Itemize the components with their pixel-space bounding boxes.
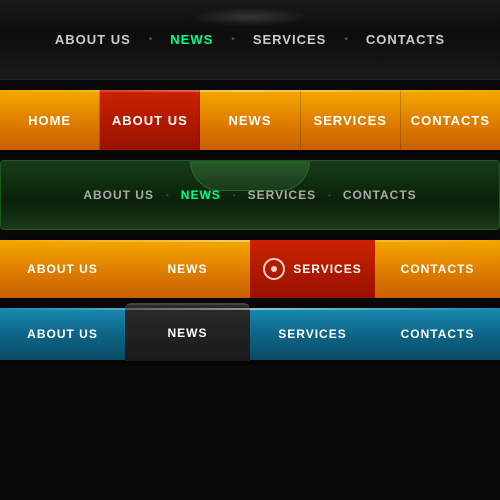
nav5-services[interactable]: SERVICES bbox=[250, 327, 375, 341]
nav2-news[interactable]: NEWS bbox=[200, 90, 300, 150]
nav2-home[interactable]: HOME bbox=[0, 90, 100, 150]
navbar-4: ABOUT US NEWS SERVICES CONTACTS bbox=[0, 240, 500, 298]
nav3-contacts[interactable]: CONTACTS bbox=[343, 188, 417, 202]
nav3-dot-1: • bbox=[166, 191, 169, 200]
nav1-dot-1: • bbox=[149, 34, 153, 45]
nav3-items: ABOUT US • NEWS • SERVICES • CONTACTS bbox=[83, 188, 416, 202]
nav4-about[interactable]: ABOUT US bbox=[0, 262, 125, 276]
nav3-arch bbox=[190, 161, 310, 191]
nav1-items: ABOUT US • NEWS • SERVICES • CONTACTS bbox=[47, 32, 453, 47]
nav3-dot-2: • bbox=[233, 191, 236, 200]
nav4-items: ABOUT US NEWS SERVICES CONTACTS bbox=[0, 240, 500, 298]
nav2-contacts[interactable]: CONTACTS bbox=[401, 90, 500, 150]
nav1-news[interactable]: NEWS bbox=[162, 32, 221, 47]
nav5-news[interactable]: NEWS bbox=[125, 303, 250, 360]
nav2-about[interactable]: ABOUT US bbox=[100, 90, 200, 150]
navbar-5: ABOUT US NEWS SERVICES CONTACTS bbox=[0, 308, 500, 360]
nav5-items: ABOUT US NEWS SERVICES CONTACTS bbox=[0, 308, 500, 360]
nav4-services-label: SERVICES bbox=[293, 262, 361, 276]
nav2-services[interactable]: SERVICES bbox=[301, 90, 401, 150]
nav3-dot-3: • bbox=[328, 191, 331, 200]
nav1-services[interactable]: SERVICES bbox=[245, 32, 335, 47]
navbar-1: ABOUT US • NEWS • SERVICES • CONTACTS bbox=[0, 0, 500, 80]
nav1-contacts[interactable]: CONTACTS bbox=[358, 32, 453, 47]
navbar-2: HOME ABOUT US NEWS SERVICES CONTACTS bbox=[0, 90, 500, 150]
nav3-services[interactable]: SERVICES bbox=[248, 188, 316, 202]
nav5-contacts[interactable]: CONTACTS bbox=[375, 327, 500, 341]
nav4-services[interactable]: SERVICES bbox=[250, 240, 375, 298]
nav3-about[interactable]: ABOUT US bbox=[83, 188, 154, 202]
nav4-contacts[interactable]: CONTACTS bbox=[375, 262, 500, 276]
nav5-about[interactable]: ABOUT US bbox=[0, 327, 125, 341]
nav2-items: HOME ABOUT US NEWS SERVICES CONTACTS bbox=[0, 90, 500, 150]
navbar-3: ABOUT US • NEWS • SERVICES • CONTACTS bbox=[0, 160, 500, 230]
nav1-dot-2: • bbox=[231, 34, 235, 45]
nav4-news[interactable]: NEWS bbox=[125, 262, 250, 276]
nav3-news[interactable]: NEWS bbox=[181, 188, 221, 202]
nav4-circle-icon bbox=[263, 258, 285, 280]
nav1-about[interactable]: ABOUT US bbox=[47, 32, 139, 47]
nav1-dot-3: • bbox=[344, 34, 348, 45]
